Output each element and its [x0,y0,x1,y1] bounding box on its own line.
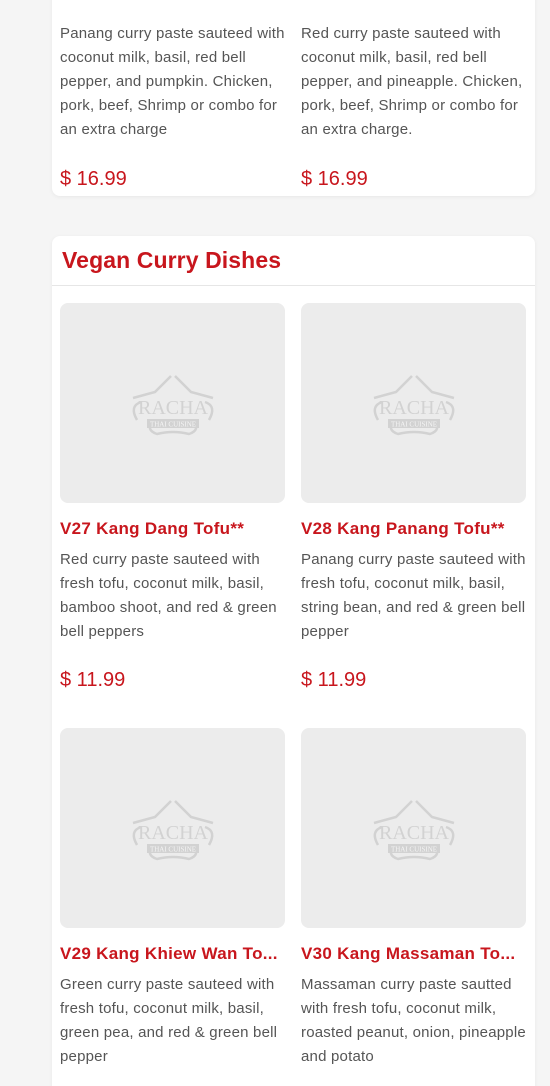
svg-text:RACHA: RACHA [137,397,208,419]
restaurant-logo-icon: RACHA THAI CUISINE [132,375,213,436]
menu-item-card[interactable]: RACHA THAI CUISINE V28 Kang Panang Tofu*… [301,303,527,691]
svg-text:THAI CUISINE: THAI CUISINE [390,846,436,854]
menu-item-card[interactable]: RACHA THAI CUISINE V30 Kang Massaman To.… [301,728,527,1069]
item-name[interactable]: V30 Kang Massaman To... [301,943,527,965]
restaurant-logo-icon: RACHA THAI CUISINE [373,800,454,861]
item-name[interactable]: V27 Kang Dang Tofu** [60,518,286,540]
item-name[interactable]: V28 Kang Panang Tofu** [301,518,527,540]
item-description: Red curry paste sauteed with fresh tofu,… [60,551,277,640]
item-image[interactable]: RACHA THAI CUISINE [301,303,526,503]
svg-text:RACHA: RACHA [378,822,449,844]
item-price: $ 11.99 [301,669,367,691]
item-description: Panang curry paste sauteed with coconut … [60,25,285,138]
menu-item-card[interactable]: RACHA THAI CUISINE V27 Kang Dang Tofu** … [60,303,286,691]
menu-page: Panang curry paste sauteed with coconut … [0,0,550,1086]
restaurant-logo-icon: RACHA THAI CUISINE [132,800,213,861]
menu-item-card[interactable]: RACHA THAI CUISINE V29 Kang Khiew Wan To… [60,728,286,1069]
menu-item-card[interactable]: Panang curry paste sauteed with coconut … [60,14,286,190]
item-name[interactable]: V29 Kang Khiew Wan To... [60,943,286,965]
item-image[interactable]: RACHA THAI CUISINE [60,303,285,503]
svg-text:THAI CUISINE: THAI CUISINE [390,421,436,429]
item-price: $ 16.99 [301,168,368,190]
menu-section-card: Vegan Curry Dishes RACHA THAI CUISINE V2… [52,236,535,1086]
svg-text:THAI CUISINE: THAI CUISINE [149,421,195,429]
section-title: Vegan Curry Dishes [62,247,282,273]
restaurant-logo-icon: RACHA THAI CUISINE [373,375,454,436]
item-description: Red curry paste sauteed with coconut mil… [301,25,523,138]
item-price: $ 11.99 [60,669,126,691]
menu-item-card[interactable]: Red curry paste sauteed with coconut mil… [301,14,527,190]
item-image[interactable]: RACHA THAI CUISINE [301,728,526,928]
svg-text:RACHA: RACHA [137,822,208,844]
svg-text:RACHA: RACHA [378,397,449,419]
item-price: $ 16.99 [60,168,127,190]
svg-text:THAI CUISINE: THAI CUISINE [149,846,195,854]
item-description: Green curry paste sauteed with fresh tof… [60,976,278,1065]
item-image[interactable]: RACHA THAI CUISINE [60,728,285,928]
item-description: Panang curry paste sauteed with fresh to… [301,551,526,640]
item-description: Massaman curry paste sautted with fresh … [301,976,526,1065]
section-header: Vegan Curry Dishes [52,236,535,286]
menu-section-card: Panang curry paste sauteed with coconut … [52,0,535,196]
